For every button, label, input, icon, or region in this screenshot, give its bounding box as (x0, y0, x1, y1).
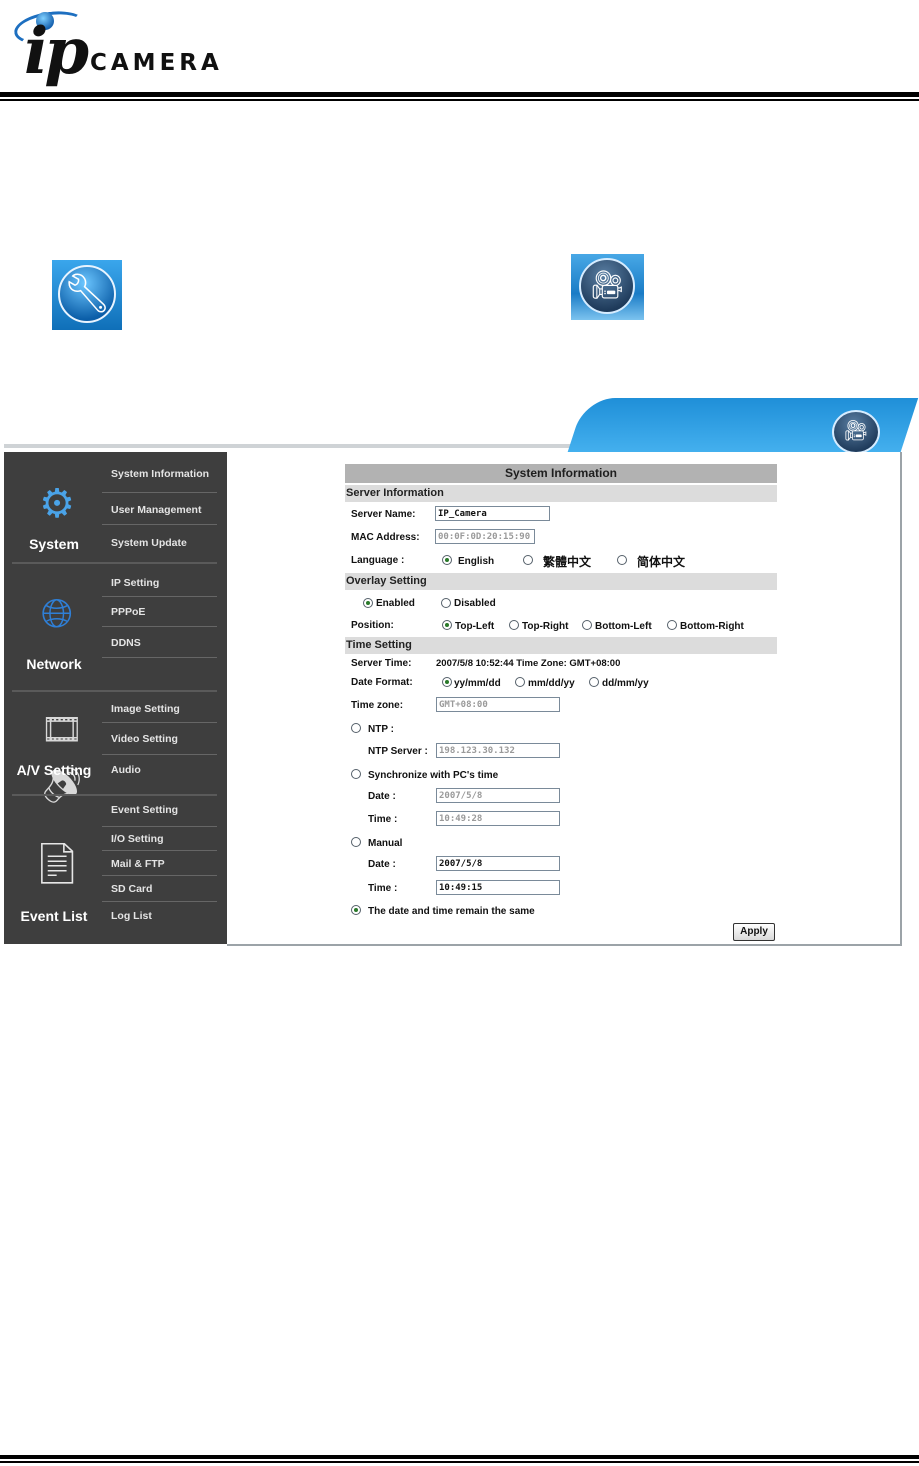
overlay-enabled-label: Enabled (376, 598, 415, 609)
remain-same-label: The date and time remain the same (368, 906, 535, 917)
header-rule (0, 92, 919, 97)
overlay-enabled-radio[interactable] (363, 598, 373, 608)
remain-same-radio[interactable] (351, 905, 361, 915)
position-bottom-right-radio[interactable] (667, 620, 677, 630)
position-label: Position: (351, 620, 394, 631)
document-list-icon[interactable]: 📄︎ (29, 836, 85, 892)
camera-web-ui: 🎥︎ ⚙ System System Information User Mana… (4, 396, 919, 948)
gears-icon[interactable]: ⚙ (29, 476, 85, 532)
server-information-header: Server Information (345, 485, 777, 502)
manual-time-label: Time : (368, 883, 398, 894)
position-top-right-radio[interactable] (509, 620, 519, 630)
sidebar-item-log-list[interactable]: Log List (111, 910, 152, 922)
sidebar-group-event-list: 📄︎ Event List Event Setting I/O Setting … (4, 796, 227, 944)
content-area (227, 452, 902, 946)
sidebar-group-network: 🌐︎ Network IP Setting PPPoE DDNS (4, 564, 227, 688)
overlay-setting-header: Overlay Setting (345, 573, 777, 590)
sidebar-group-label[interactable]: A/V Setting (4, 762, 104, 778)
sync-date-label: Date : (368, 791, 396, 802)
top-tab-bar: 🎥︎ (4, 396, 919, 454)
time-setting-header: Time Setting (345, 637, 777, 654)
language-traditional-chinese-label: 繁體中文 (543, 555, 592, 569)
sidebar-item-sd-card[interactable]: SD Card (111, 883, 152, 895)
wrench-icon: 🔧︎ (52, 260, 122, 330)
time-zone-field[interactable]: GMT+08:00 (436, 697, 560, 712)
sidebar-group-system: ⚙ System System Information User Managem… (4, 452, 227, 564)
header-rule-thin (0, 99, 919, 101)
date-format-yymmdd-radio[interactable] (442, 677, 452, 687)
sidebar-item-video-setting[interactable]: Video Setting (111, 733, 178, 745)
manual-date-label: Date : (368, 859, 396, 870)
date-format-mmddyy-radio[interactable] (515, 677, 525, 687)
time-zone-label: Time zone: (351, 700, 404, 711)
position-bottom-left-label: Bottom-Left (595, 621, 652, 632)
date-format-ddmmyy-radio[interactable] (589, 677, 599, 687)
overlay-disabled-label: Disabled (454, 598, 496, 609)
overlay-disabled-radio[interactable] (441, 598, 451, 608)
language-label: Language : (351, 555, 405, 566)
manual-date-input[interactable]: 2007/5/8 (436, 856, 560, 871)
panel-title: System Information (345, 464, 777, 483)
date-format-yymmdd-label: yy/mm/dd (454, 678, 501, 689)
language-simplified-chinese-label: 简体中文 (637, 555, 686, 569)
date-format-ddmmyy-label: dd/mm/yy (602, 678, 649, 689)
mac-address-field: 00:0F:0D:20:15:90 (435, 529, 535, 544)
position-top-left-label: Top-Left (455, 621, 495, 632)
language-traditional-chinese-radio[interactable] (523, 555, 533, 565)
language-english-label: English (458, 556, 495, 567)
sidebar-item-system-update[interactable]: System Update (111, 537, 187, 549)
sidebar-group-label[interactable]: Event List (4, 908, 104, 924)
sidebar-item-user-management[interactable]: User Management (111, 504, 201, 516)
manual-radio[interactable] (351, 837, 361, 847)
date-format-mmddyy-label: mm/dd/yy (528, 678, 575, 689)
language-english-radio[interactable] (442, 555, 452, 565)
sidebar-item-ddns[interactable]: DDNS (111, 637, 141, 649)
ntp-server-label: NTP Server : (368, 746, 428, 757)
sidebar-group-av-setting: 🎞︎🔊︎ A/V Setting Image Setting Video Set… (4, 692, 227, 805)
sidebar-item-io-setting[interactable]: I/O Setting (111, 833, 164, 845)
footer-rule-thin (0, 1461, 919, 1463)
manual-time-input[interactable]: 10:49:15 (436, 880, 560, 895)
sidebar-group-label[interactable]: System (4, 536, 104, 552)
sidebar-item-mail-ftp[interactable]: Mail & FTP (111, 858, 165, 870)
sidebar-item-pppoe[interactable]: PPPoE (111, 606, 145, 618)
sidebar-item-event-setting[interactable]: Event Setting (111, 804, 178, 816)
position-top-right-label: Top-Right (522, 621, 569, 632)
server-name-label: Server Name: (351, 509, 416, 520)
sync-time-field: 10:49:28 (436, 811, 560, 826)
av-camera-tab-icon[interactable]: 🎥︎ (832, 410, 880, 454)
sidebar-item-system-information[interactable]: System Information (111, 468, 209, 480)
footer-rule (0, 1455, 919, 1459)
mac-address-label: MAC Address: (351, 532, 420, 543)
sync-time-label: Time : (368, 814, 398, 825)
manual-label: Manual (368, 838, 403, 849)
position-top-left-radio[interactable] (442, 620, 452, 630)
apply-button[interactable]: Apply (733, 923, 775, 941)
sidebar-item-image-setting[interactable]: Image Setting (111, 703, 180, 715)
ip-camera-logo: ip CAMERA (6, 6, 266, 92)
sync-date-field: 2007/5/8 (436, 788, 560, 803)
ntp-label: NTP : (368, 724, 394, 735)
position-bottom-right-label: Bottom-Right (680, 621, 744, 632)
sidebar: ⚙ System System Information User Managem… (4, 452, 227, 944)
ntp-server-input[interactable]: 198.123.30.132 (436, 743, 560, 758)
sidebar-item-ip-setting[interactable]: IP Setting (111, 577, 159, 589)
position-bottom-left-radio[interactable] (582, 620, 592, 630)
sidebar-group-label[interactable]: Network (4, 656, 104, 672)
video-camera-icon: 🎥︎ (571, 254, 644, 320)
server-name-input[interactable]: IP_Camera (435, 506, 550, 521)
sync-pc-time-radio[interactable] (351, 769, 361, 779)
globe-icon[interactable]: 🌐︎ (29, 586, 85, 642)
language-simplified-chinese-radio[interactable] (617, 555, 627, 565)
sync-pc-time-label: Synchronize with PC's time (368, 770, 499, 781)
sidebar-item-audio[interactable]: Audio (111, 764, 141, 776)
logo-ip-text: ip (24, 14, 89, 89)
ntp-radio[interactable] (351, 723, 361, 733)
film-speaker-icon[interactable]: 🎞︎🔊︎ (26, 702, 98, 805)
date-format-label: Date Format: (351, 677, 413, 688)
server-time-value: 2007/5/8 10:52:44 Time Zone: GMT+08:00 (436, 658, 621, 669)
server-time-label: Server Time: (351, 658, 412, 669)
logo-camera-text: CAMERA (90, 50, 223, 76)
